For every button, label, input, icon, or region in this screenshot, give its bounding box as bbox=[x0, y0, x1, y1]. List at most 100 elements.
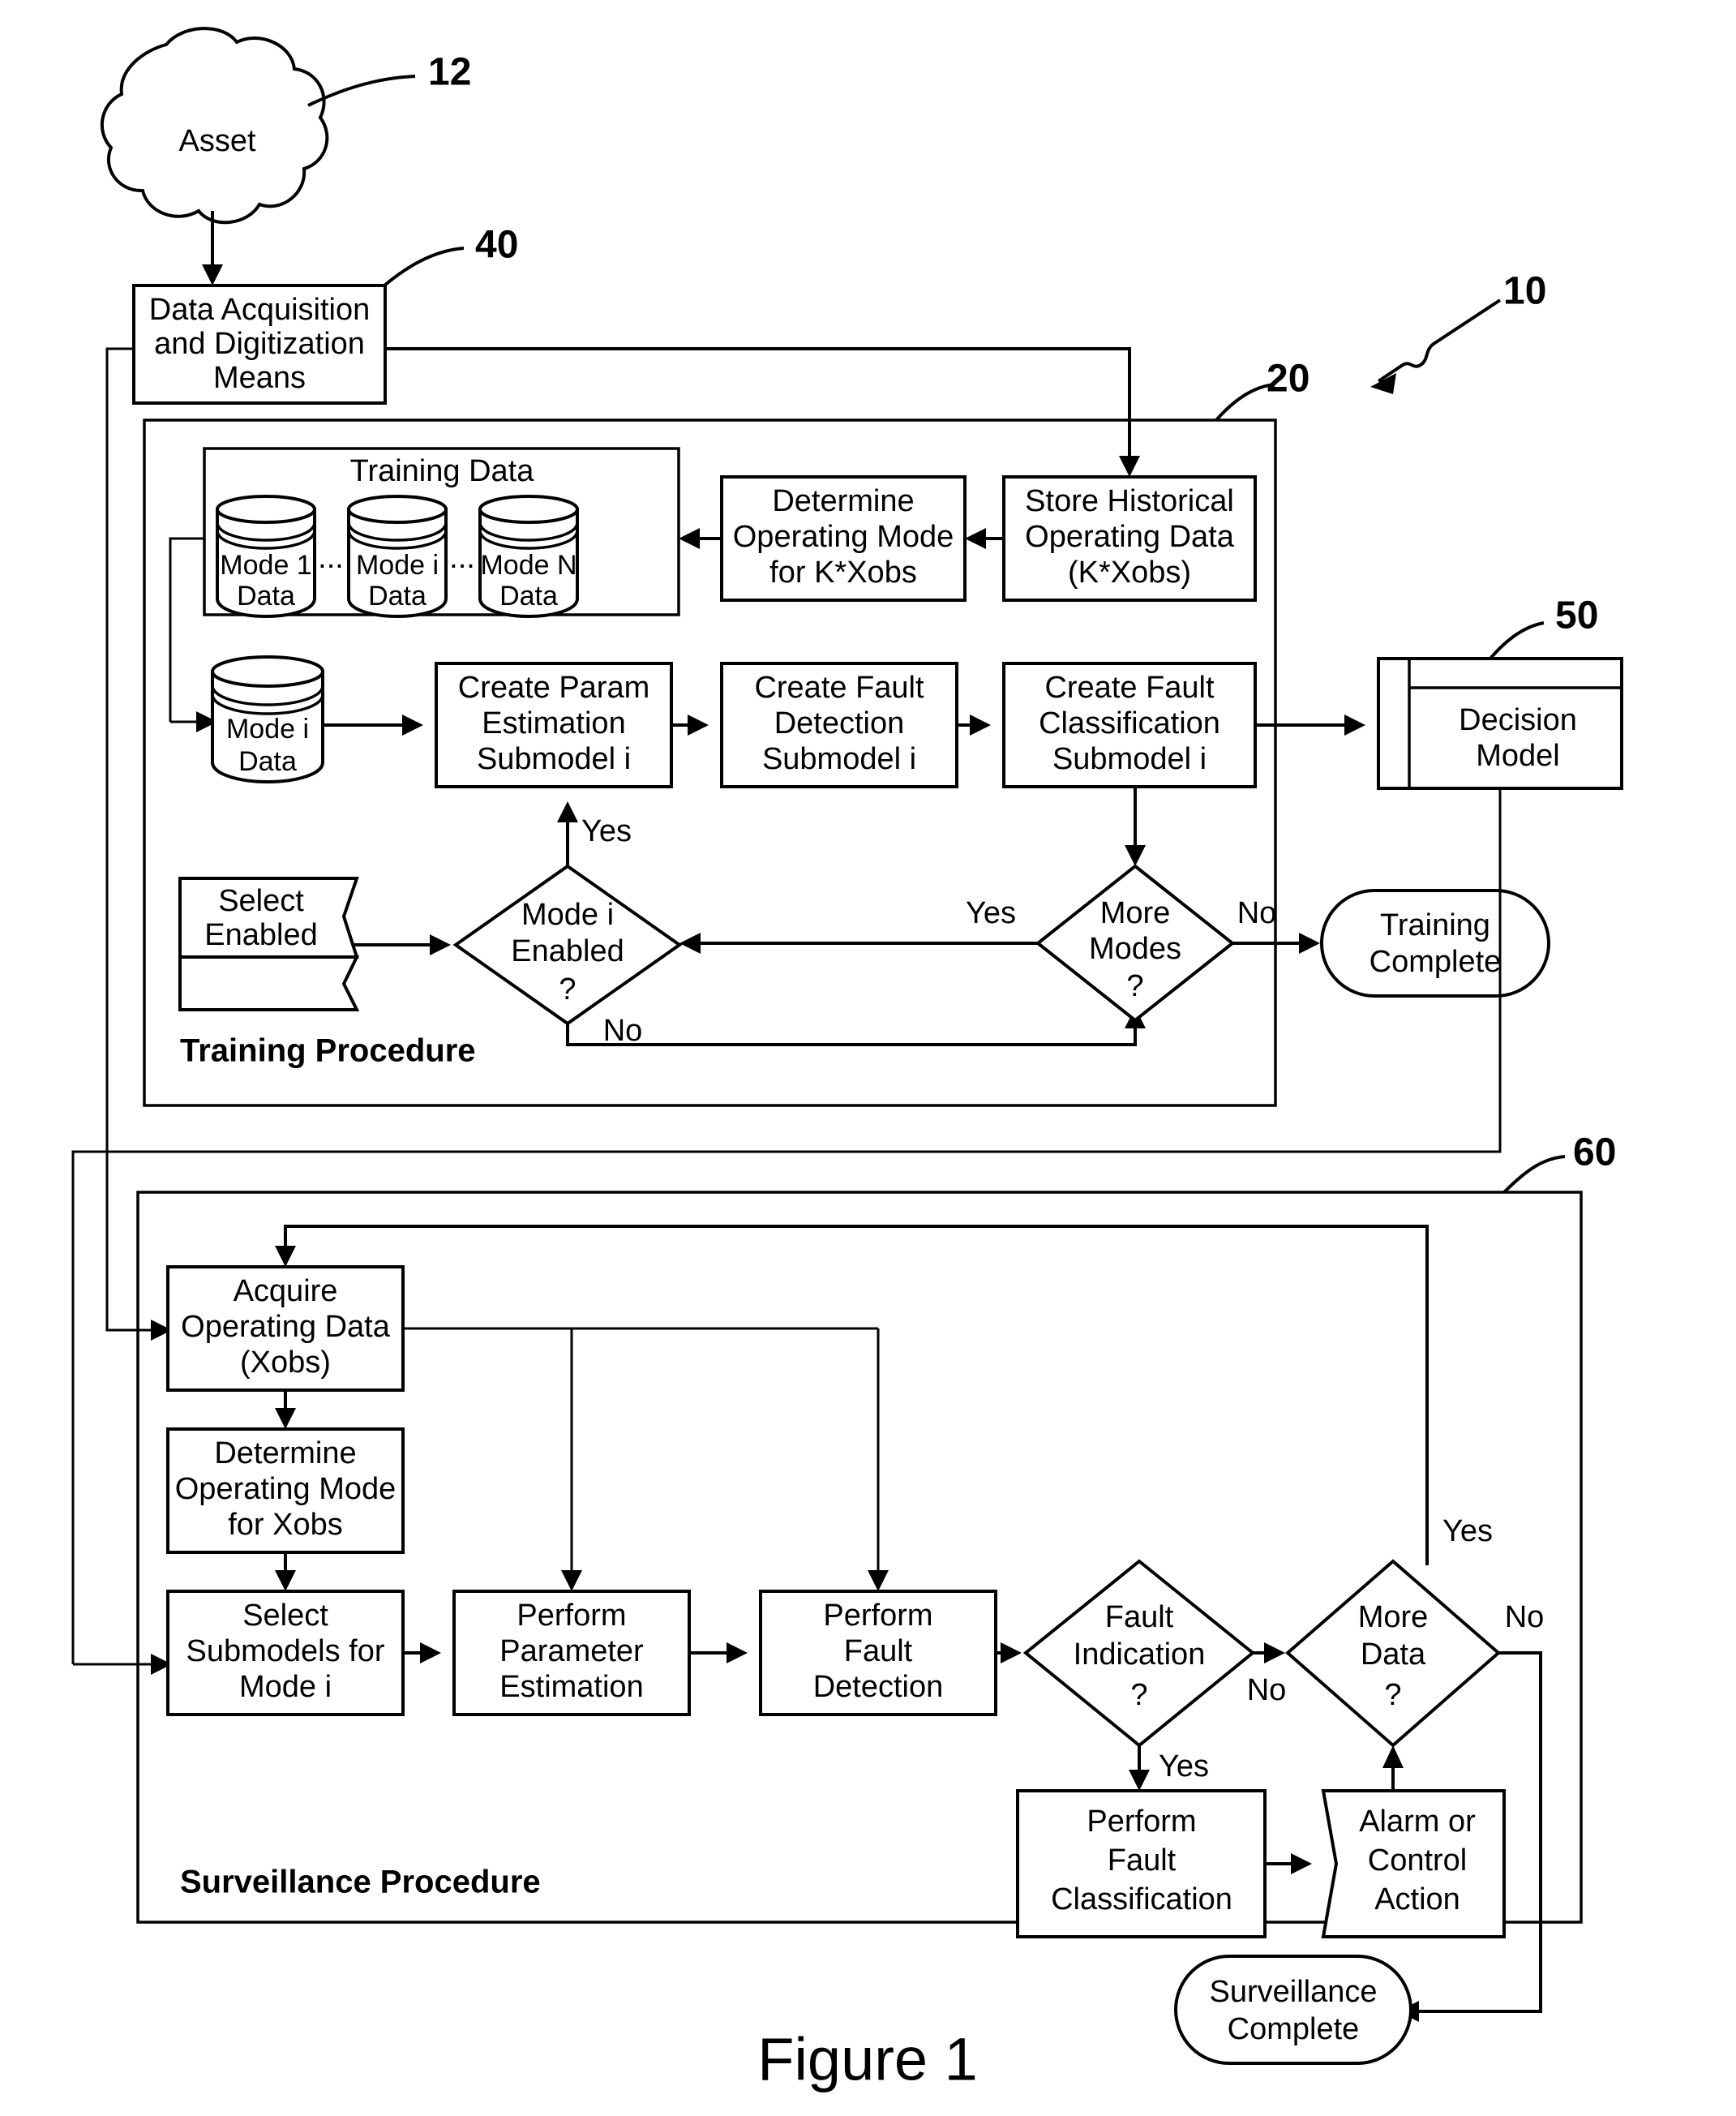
create-fault-det-line2: Detection bbox=[774, 706, 905, 740]
create-fault-classification-node: Create Fault Classification Submodel i bbox=[1002, 662, 1257, 788]
edge-acquire-to-determine-xobs bbox=[275, 1390, 296, 1429]
fault-indication-line3: ? bbox=[1130, 1678, 1147, 1712]
mode-i-enabled-decision: Mode i Enabled ? bbox=[452, 864, 683, 1026]
alarm-or-control-action-node: Alarm or Control Action bbox=[1321, 1789, 1506, 1938]
determine-mode-k-line2: Operating Mode bbox=[733, 520, 954, 554]
edge-label-more-data-yes: Yes bbox=[1442, 1514, 1493, 1548]
select-submodels-line2: Submodels for bbox=[186, 1634, 384, 1668]
perform-param-line1: Perform bbox=[517, 1599, 626, 1633]
edge-label-more-modes-no: No bbox=[1237, 896, 1277, 930]
data-acquisition-node: Data Acquisition and Digitization Means bbox=[132, 284, 387, 405]
training-complete-terminal: Training Complete bbox=[1320, 889, 1550, 998]
determine-mode-xobs-line3: for Xobs bbox=[228, 1508, 343, 1542]
perform-fault-det-line1: Perform bbox=[823, 1599, 932, 1633]
alarm-control-line1: Alarm or bbox=[1359, 1805, 1476, 1839]
perform-fault-det-line3: Detection bbox=[813, 1670, 944, 1704]
fault-indication-line2: Indication bbox=[1074, 1637, 1206, 1672]
edge-classification-to-more-modes bbox=[1125, 787, 1146, 866]
ref-num-surveillance: 60 bbox=[1573, 1131, 1616, 1174]
edge-training-data-to-modei bbox=[169, 537, 217, 732]
asset-cloud-node: Asset bbox=[100, 27, 329, 225]
figure-1-diagram: Asset 12 Data Acquisition and Digitizati… bbox=[71, 27, 1623, 2093]
select-submodels-line3: Mode i bbox=[239, 1670, 332, 1704]
mode-n-data-line2: Data bbox=[499, 581, 558, 612]
edge-alarm-to-more-data bbox=[1382, 1745, 1404, 1791]
mode-i-data-main-cylinder: Mode i Data bbox=[211, 655, 324, 784]
decision-model-line2: Model bbox=[1476, 739, 1560, 773]
decision-model-line1: Decision bbox=[1459, 703, 1577, 737]
create-fault-detection-node: Create Fault Detection Submodel i bbox=[720, 662, 958, 788]
mode-i-main-line2: Data bbox=[238, 746, 297, 777]
select-enabled-line2: Enabled bbox=[204, 918, 317, 952]
surveillance-complete-line2: Complete bbox=[1228, 2012, 1360, 2046]
figure-caption: Figure 1 bbox=[757, 2026, 977, 2093]
training-data-label: Training Data bbox=[350, 454, 535, 488]
mode-enabled-line3: ? bbox=[559, 972, 576, 1006]
edge-more-modes-yes: Yes bbox=[679, 896, 1038, 954]
asset-label: Asset bbox=[178, 124, 255, 158]
edge-determine-xobs-to-select-submodels bbox=[275, 1552, 296, 1591]
determine-mode-xobs-line1: Determine bbox=[214, 1436, 356, 1470]
acquire-data-line2: Operating Data bbox=[181, 1310, 391, 1344]
mode-enabled-line2: Enabled bbox=[511, 934, 624, 968]
ref-20-leader: 20 bbox=[1215, 358, 1310, 422]
acquire-data-line1: Acquire bbox=[234, 1274, 338, 1308]
mode-1-data-line1: Mode 1 bbox=[220, 550, 311, 581]
edge-acquire-data-bus bbox=[403, 1327, 889, 1591]
mode-n-data-line1: Mode N bbox=[480, 550, 577, 581]
acquire-data-line3: (Xobs) bbox=[240, 1346, 331, 1380]
store-historical-data-node: Store Historical Operating Data (K*Xobs) bbox=[1002, 475, 1257, 602]
more-modes-line3: ? bbox=[1126, 969, 1143, 1003]
edge-more-data-yes-loop: Yes bbox=[275, 1225, 1493, 1565]
daq-label-line3: Means bbox=[213, 361, 306, 395]
training-data-ellipsis-2: ... bbox=[449, 541, 475, 575]
more-modes-line2: Modes bbox=[1089, 932, 1181, 966]
acquire-operating-data-node: Acquire Operating Data (Xobs) bbox=[166, 1265, 405, 1392]
ref-num-decision-model: 50 bbox=[1555, 594, 1598, 637]
create-param-line1: Create Param bbox=[458, 671, 650, 705]
ref-num-asset: 12 bbox=[428, 51, 471, 94]
perform-fault-cls-line3: Classification bbox=[1051, 1882, 1232, 1916]
alarm-control-line3: Action bbox=[1374, 1882, 1460, 1916]
edge-label-mode-enabled-no: No bbox=[603, 1014, 643, 1048]
edge-classification-to-decision-model bbox=[1255, 715, 1365, 736]
decision-model-node: Decision Model bbox=[1377, 657, 1623, 790]
training-data-ellipsis-1: ... bbox=[318, 541, 344, 575]
surveillance-complete-terminal: Surveillance Complete bbox=[1174, 1955, 1412, 2065]
create-param-line3: Submodel i bbox=[477, 742, 631, 776]
more-data-line1: More bbox=[1358, 1600, 1429, 1634]
ref-10-leader: 10 bbox=[1370, 270, 1546, 394]
more-data-decision: More Data ? bbox=[1284, 1559, 1502, 1748]
fault-indication-line1: Fault bbox=[1105, 1600, 1174, 1634]
edge-mode-enabled-yes: Yes bbox=[557, 801, 632, 866]
create-fault-det-line3: Submodel i bbox=[762, 742, 916, 776]
ref-60-leader: 60 bbox=[1502, 1131, 1616, 1194]
edge-select-enabled-to-decision bbox=[354, 934, 451, 955]
fault-indication-decision: Fault Indication ? bbox=[1022, 1559, 1256, 1748]
edge-label-fault-indication-yes: Yes bbox=[1159, 1749, 1209, 1783]
edge-select-submodels-to-param bbox=[403, 1642, 441, 1663]
determine-operating-mode-k-node: Determine Operating Mode for K*Xobs bbox=[720, 475, 967, 602]
select-submodels-line1: Select bbox=[242, 1599, 328, 1633]
patent-figure-page: Asset 12 Data Acquisition and Digitizati… bbox=[0, 0, 1736, 2116]
training-complete-line2: Complete bbox=[1370, 945, 1502, 979]
ref-12-leader: 12 bbox=[307, 51, 471, 107]
perform-param-line2: Parameter bbox=[499, 1634, 644, 1668]
edge-fault-indication-yes: Yes bbox=[1129, 1745, 1209, 1791]
determine-mode-k-line1: Determine bbox=[772, 484, 914, 518]
training-procedure-label: Training Procedure bbox=[180, 1033, 476, 1069]
ref-num-training: 20 bbox=[1267, 358, 1310, 401]
more-modes-decision: More Modes ? bbox=[1035, 864, 1236, 1023]
create-fault-det-line1: Create Fault bbox=[754, 671, 924, 705]
perform-fault-classification-node: Perform Fault Classification bbox=[1016, 1789, 1267, 1938]
perform-param-line3: Estimation bbox=[499, 1670, 643, 1704]
determine-mode-xobs-line2: Operating Mode bbox=[175, 1472, 396, 1506]
edge-determine-k-to-training-data bbox=[679, 528, 722, 549]
create-fault-cls-line2: Classification bbox=[1039, 706, 1220, 740]
mode-1-data-line2: Data bbox=[237, 581, 295, 612]
mode-i-data-line2: Data bbox=[368, 581, 426, 612]
edge-param-to-fault-detection bbox=[671, 715, 709, 736]
edge-store-to-determine-k bbox=[965, 528, 1004, 549]
edge-detection-to-classification bbox=[957, 715, 991, 736]
edge-label-more-modes-yes: Yes bbox=[966, 896, 1016, 930]
